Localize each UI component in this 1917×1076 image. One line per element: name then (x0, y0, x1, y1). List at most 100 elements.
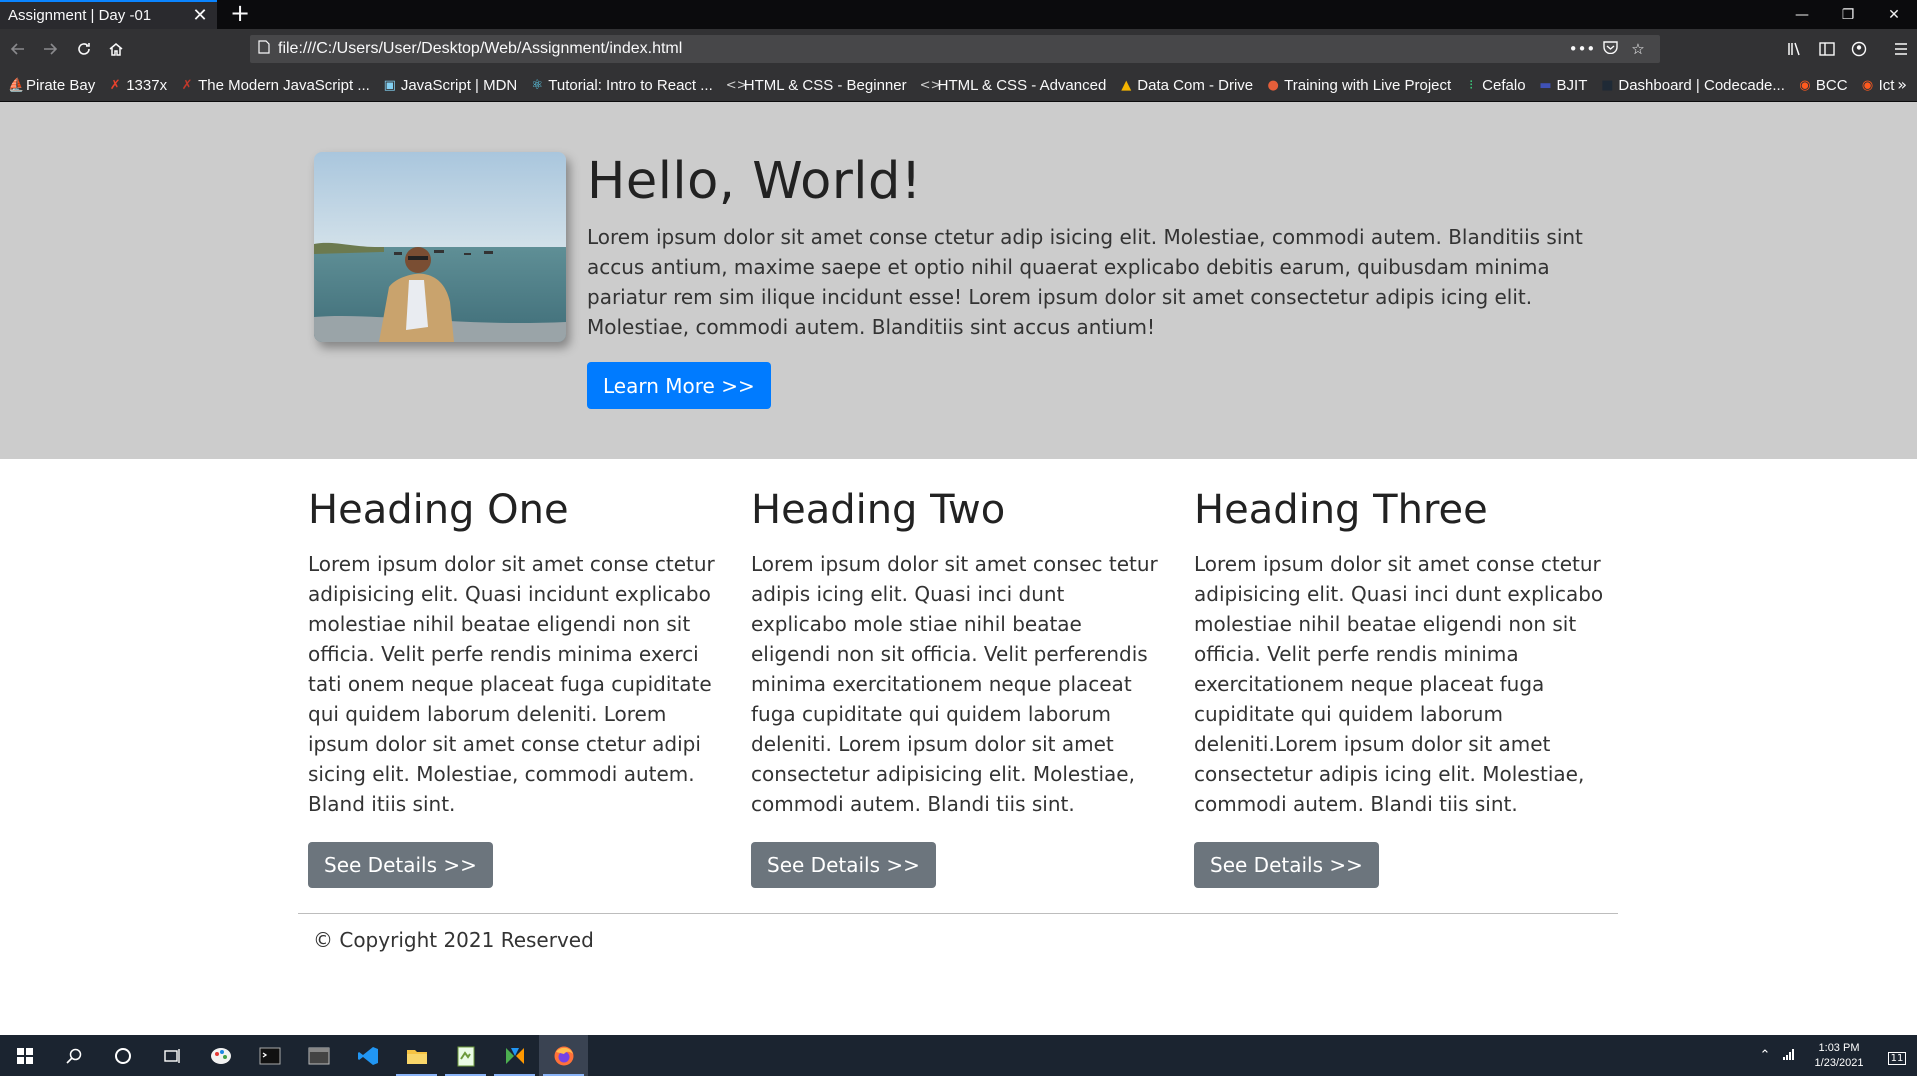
bookmark-item[interactable]: ▲ Data Com - Drive (1119, 77, 1253, 94)
clock-time: 1:03 PM (1818, 1041, 1860, 1054)
column-one-text: Lorem ipsum dolor sit amet conse ctetur … (308, 552, 715, 816)
bookmark-label: Tutorial: Intro to React ... (548, 76, 713, 94)
notepad-plus-app-icon[interactable] (441, 1035, 490, 1076)
bjit-icon: ▬ (1539, 77, 1552, 93)
system-tray: ⌃ 1:03 PM 1/23/2021 11 (1753, 1035, 1917, 1076)
cortana-icon[interactable] (98, 1035, 147, 1076)
search-icon[interactable] (49, 1035, 98, 1076)
bookmark-item[interactable]: ◉ BCC (1798, 76, 1848, 94)
tab-bar: Assignment | Day -01 ✕ + — ❐ ✕ (0, 0, 1917, 29)
task-view-icon[interactable] (147, 1035, 196, 1076)
console-app-icon[interactable] (294, 1035, 343, 1076)
bookmark-item[interactable]: ⛵ Pirate Bay (8, 77, 95, 94)
bookmark-item[interactable]: <> HTML & CSS - Beginner (726, 77, 907, 94)
column-two-text: Lorem ipsum dolor sit amet consec tetur … (751, 552, 1158, 816)
minimize-button[interactable]: — (1779, 0, 1825, 29)
hero-text: Lorem ipsum dolor sit amet conse ctetur … (587, 225, 1583, 339)
heading-one: Heading One (308, 487, 569, 533)
bookmark-label: Dashboard | Codecade... (1618, 76, 1785, 94)
hero-photo (314, 152, 566, 342)
bookmark-item[interactable]: ◉ Ict (1861, 77, 1895, 94)
mdn-icon: ▣ (383, 77, 396, 93)
column-two: Heading Two Lorem ipsum dolor sit amet c… (751, 487, 1166, 888)
react-icon: ⚛ (531, 77, 544, 93)
column-three-text: Lorem ipsum dolor sit amet conse ctetur … (1194, 552, 1604, 816)
close-tab-icon[interactable]: ✕ (191, 5, 209, 26)
navigation-toolbar: file:///C:/Users/User/Desktop/Web/Assign… (0, 29, 1917, 69)
bookmark-item[interactable]: <> HTML & CSS - Advanced (920, 77, 1107, 94)
code-icon: <> (725, 77, 748, 93)
paint-app-icon[interactable] (196, 1035, 245, 1076)
bookmark-label: HTML & CSS - Beginner (743, 76, 907, 94)
close-window-button[interactable]: ✕ (1871, 0, 1917, 29)
heading-three: Heading Three (1194, 487, 1488, 533)
pocket-icon[interactable] (1596, 40, 1624, 58)
restore-button[interactable]: ❐ (1825, 0, 1871, 29)
show-hidden-icons-chevron-icon[interactable]: ⌃ (1753, 1048, 1777, 1063)
clock-date: 1/23/2021 (1814, 1056, 1864, 1069)
pirate-ship-icon: ⛵ (8, 77, 25, 93)
see-details-button-two[interactable]: See Details >> (751, 842, 936, 888)
new-tab-button[interactable]: + (226, 0, 254, 29)
training-icon: ● (1267, 77, 1279, 93)
google-drive-icon: ▲ (1121, 77, 1132, 93)
bcc-icon: ◉ (1799, 77, 1811, 93)
tab-assignment[interactable]: Assignment | Day -01 ✕ (0, 0, 217, 29)
column-one: Heading One Lorem ipsum dolor sit amet c… (308, 487, 723, 888)
bookmark-star-icon[interactable]: ☆ (1624, 40, 1652, 58)
bookmark-item[interactable]: ⚛ Tutorial: Intro to React ... (530, 76, 713, 94)
window-controls: — ❐ ✕ (1779, 0, 1917, 29)
address-bar[interactable]: file:///C:/Users/User/Desktop/Web/Assign… (250, 35, 1660, 63)
home-button[interactable] (102, 35, 130, 63)
bookmark-item[interactable]: ● Training with Live Project (1266, 77, 1451, 94)
reload-button[interactable] (70, 35, 98, 63)
url-text[interactable]: file:///C:/Users/User/Desktop/Web/Assign… (278, 40, 1568, 58)
windows-start-icon[interactable] (0, 1035, 49, 1076)
bookmark-label: JavaScript | MDN (400, 76, 518, 94)
forward-button[interactable] (36, 35, 64, 63)
firefox-app-icon[interactable] (539, 1035, 588, 1076)
account-icon[interactable] (1843, 35, 1875, 63)
bookmark-label: 1337x (126, 76, 168, 94)
library-icon[interactable] (1779, 35, 1811, 63)
notifications-icon[interactable]: 11 (1877, 1047, 1917, 1065)
brackets-app-icon[interactable] (490, 1035, 539, 1076)
footer-copyright: © Copyright 2021 Reserved (313, 928, 594, 952)
bookmark-label: Ict (1878, 76, 1895, 94)
bookmark-item[interactable]: ▬ BJIT (1539, 77, 1587, 94)
terminal-app-icon[interactable] (245, 1035, 294, 1076)
file-explorer-app-icon[interactable] (392, 1035, 441, 1076)
bookmark-item[interactable]: ■ Dashboard | Codecade... (1600, 77, 1785, 94)
bookmark-label: Cefalo (1482, 76, 1526, 94)
bookmark-label: Pirate Bay (26, 76, 96, 94)
taskbar: ⌃ 1:03 PM 1/23/2021 11 (0, 1035, 1917, 1076)
system-clock[interactable]: 1:03 PM 1/23/2021 (1801, 1041, 1877, 1071)
bookmarks-overflow-chevron-icon[interactable]: » (1897, 75, 1907, 94)
jumbotron: Hello, World! Lorem ipsum dolor sit amet… (0, 102, 1917, 459)
bookmark-label: The Modern JavaScript ... (198, 76, 370, 94)
javascript-info-icon: ✗ (181, 77, 193, 93)
vscode-app-icon[interactable] (343, 1035, 392, 1076)
back-button[interactable] (4, 35, 32, 63)
menu-hamburger-icon[interactable] (1885, 35, 1917, 63)
column-three: Heading Three Lorem ipsum dolor sit amet… (1194, 487, 1609, 888)
sidebar-icon[interactable] (1811, 35, 1843, 63)
see-details-button-one[interactable]: See Details >> (308, 842, 493, 888)
ict-icon: ◉ (1861, 77, 1874, 93)
forward-arrow-icon (44, 43, 58, 55)
see-details-button-three[interactable]: See Details >> (1194, 842, 1379, 888)
codecademy-icon: ■ (1601, 77, 1614, 93)
learn-more-button[interactable]: Learn More >> (587, 362, 771, 409)
page-file-icon (258, 40, 278, 58)
bookmark-label: BCC (1815, 76, 1848, 94)
bookmark-item[interactable]: ▣ JavaScript | MDN (383, 76, 518, 94)
page-actions-icon[interactable]: ••• (1568, 40, 1596, 58)
bookmark-label: HTML & CSS - Advanced (937, 76, 1107, 94)
bookmarks-toolbar: ⛵ Pirate Bay ✗ 1337x ✗ The Modern JavaScript … (0, 69, 1917, 102)
code-icon: <> (919, 77, 942, 93)
bookmark-label: Data Com - Drive (1137, 76, 1254, 94)
bookmark-item[interactable]: ⁝ Cefalo (1464, 77, 1525, 94)
network-signal-icon[interactable] (1777, 1048, 1801, 1064)
bookmark-item[interactable]: ✗ 1337x (108, 77, 167, 94)
bookmark-item[interactable]: ✗ The Modern JavaScript ... (180, 77, 370, 94)
